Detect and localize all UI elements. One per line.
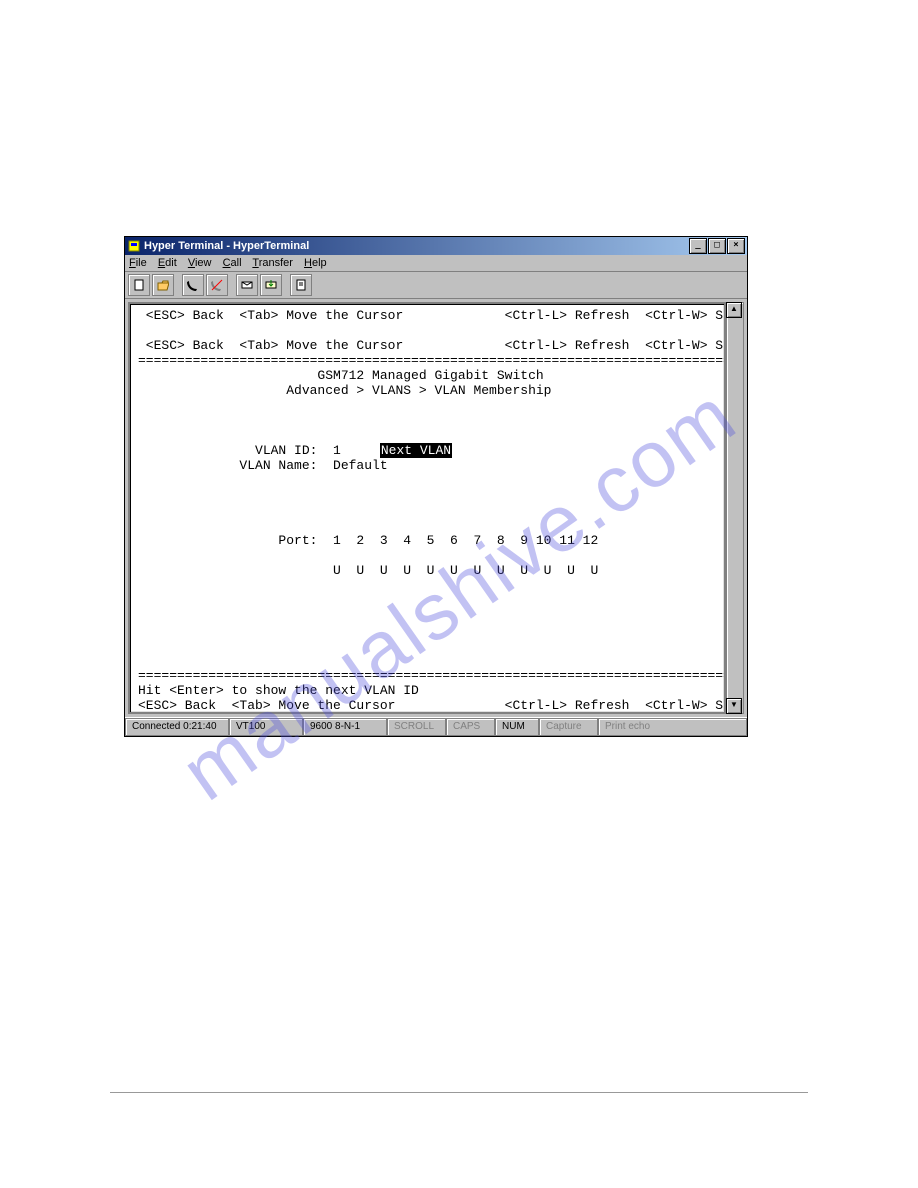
statusbar: Connected 0:21:40 VT100 9600 8-N-1 SCROL… (125, 717, 747, 736)
scroll-up-button[interactable]: ▲ (726, 302, 742, 318)
tool-properties[interactable] (290, 274, 312, 296)
status-caps: CAPS (446, 718, 495, 736)
maximize-button[interactable]: □ (708, 238, 726, 254)
device-title: GSM712 Managed Gigabit Switch (138, 368, 544, 383)
menu-file[interactable]: File (129, 257, 147, 269)
tool-new[interactable] (128, 274, 150, 296)
status-capture: Capture (539, 718, 598, 736)
terminal-screen[interactable]: <ESC> Back <Tab> Move the Cursor <Ctrl-L… (128, 302, 726, 714)
app-icon (127, 239, 141, 253)
port-header-row: Port: 1 2 3 4 5 6 7 8 9 10 11 12 (138, 533, 598, 548)
toolbar-separator (230, 274, 234, 296)
breadcrumb: Advanced > VLANS > VLAN Membership (138, 383, 551, 398)
status-settings: 9600 8-N-1 (303, 718, 387, 736)
nav-line-1: <ESC> Back <Tab> Move the Cursor <Ctrl-L… (138, 308, 726, 323)
window-buttons: _ □ × (689, 238, 745, 254)
close-button[interactable]: × (727, 238, 745, 254)
menubar: File Edit View Call Transfer Help (125, 255, 747, 272)
tool-send[interactable] (236, 274, 258, 296)
toolbar-separator (284, 274, 288, 296)
menu-edit[interactable]: Edit (158, 257, 177, 269)
status-num: NUM (495, 718, 539, 736)
divider-bottom: ========================================… (138, 668, 726, 683)
toolbar-separator (176, 274, 180, 296)
tool-disconnect[interactable] (206, 274, 228, 296)
terminal-container: <ESC> Back <Tab> Move the Cursor <Ctrl-L… (125, 299, 747, 717)
divider-top: ========================================… (138, 353, 726, 368)
toolbar (125, 272, 747, 299)
page-footer-rule (110, 1092, 808, 1093)
status-emulation: VT100 (229, 718, 303, 736)
hint-line: Hit <Enter> to show the next VLAN ID (138, 683, 419, 698)
menu-help[interactable]: Help (304, 257, 327, 269)
window-title: Hyper Terminal - HyperTerminal (144, 240, 689, 252)
titlebar: Hyper Terminal - HyperTerminal _ □ × (125, 237, 747, 255)
next-vlan-button[interactable]: Next VLAN (380, 443, 452, 458)
minimize-button[interactable]: _ (689, 238, 707, 254)
scroll-down-button[interactable]: ▼ (726, 698, 742, 714)
tool-receive[interactable] (260, 274, 282, 296)
status-connected: Connected 0:21:40 (125, 718, 229, 736)
vlan-name-row: VLAN Name: Default (138, 458, 388, 473)
port-values-row: U U U U U U U U U U U U (138, 563, 598, 578)
vlan-id-row: VLAN ID: 1 Next VLAN (138, 443, 452, 458)
status-printecho: Print echo (598, 718, 747, 736)
menu-transfer[interactable]: Transfer (252, 257, 293, 269)
status-scroll: SCROLL (387, 718, 446, 736)
nav-line-2: <ESC> Back <Tab> Move the Cursor <Ctrl-L… (138, 338, 726, 353)
nav-line-bottom: <ESC> Back <Tab> Move the Cursor <Ctrl-L… (138, 698, 726, 713)
menu-call[interactable]: Call (223, 257, 242, 269)
tool-open[interactable] (152, 274, 174, 296)
app-window: Hyper Terminal - HyperTerminal _ □ × Fil… (124, 236, 748, 737)
vertical-scrollbar[interactable]: ▲ ▼ (726, 302, 744, 714)
tool-call[interactable] (182, 274, 204, 296)
menu-view[interactable]: View (188, 257, 212, 269)
